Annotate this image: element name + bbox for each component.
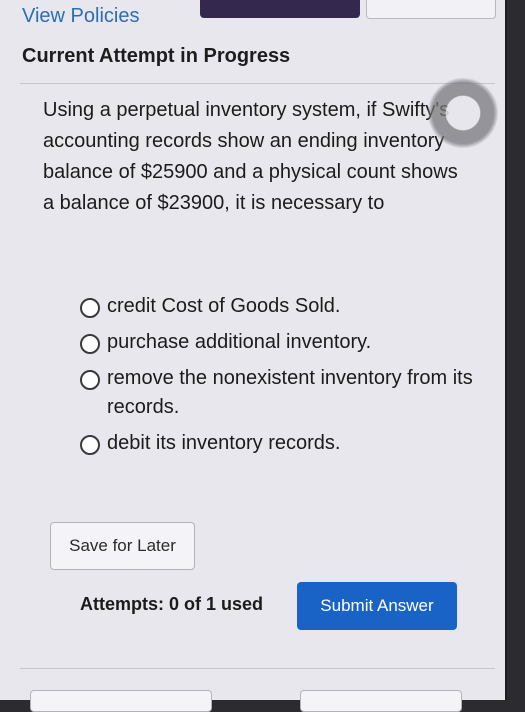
answer-option[interactable]: credit Cost of Goods Sold. bbox=[80, 292, 480, 321]
answer-option-label: remove the nonexistent inventory from it… bbox=[107, 367, 473, 418]
top-tab-bar bbox=[200, 0, 500, 19]
radio-button[interactable] bbox=[80, 435, 100, 455]
view-policies-link[interactable]: View Policies bbox=[22, 5, 139, 28]
radio-button[interactable] bbox=[80, 334, 100, 354]
top-tab-secondary[interactable] bbox=[366, 0, 496, 19]
answer-option-label: purchase additional inventory. bbox=[107, 331, 372, 353]
save-for-later-button[interactable]: Save for Later bbox=[50, 522, 195, 570]
radio-button[interactable] bbox=[80, 370, 100, 390]
answer-option[interactable]: debit its inventory records. bbox=[80, 429, 480, 458]
question-text: Using a perpetual inventory system, if S… bbox=[43, 99, 458, 214]
answer-option[interactable]: purchase additional inventory. bbox=[80, 328, 480, 357]
divider bbox=[20, 83, 495, 84]
radio-button[interactable] bbox=[80, 298, 100, 318]
submit-answer-button[interactable]: Submit Answer bbox=[297, 582, 457, 630]
answer-option[interactable]: remove the nonexistent inventory from it… bbox=[80, 364, 480, 422]
attempt-status-heading: Current Attempt in Progress bbox=[22, 45, 291, 67]
divider bbox=[20, 668, 495, 669]
answer-option-label: credit Cost of Goods Sold. bbox=[107, 295, 341, 317]
bottom-nav-button[interactable] bbox=[30, 690, 212, 712]
answer-options: credit Cost of Goods Sold. purchase addi… bbox=[80, 292, 480, 465]
bottom-nav-button[interactable] bbox=[300, 690, 462, 712]
top-tab-primary[interactable] bbox=[200, 0, 360, 18]
attempts-counter: Attempts: 0 of 1 used bbox=[80, 594, 264, 614]
answer-option-label: debit its inventory records. bbox=[107, 432, 341, 454]
quiz-screen: View Policies Current Attempt in Progres… bbox=[0, 0, 507, 712]
assistive-touch-icon[interactable] bbox=[428, 78, 498, 148]
